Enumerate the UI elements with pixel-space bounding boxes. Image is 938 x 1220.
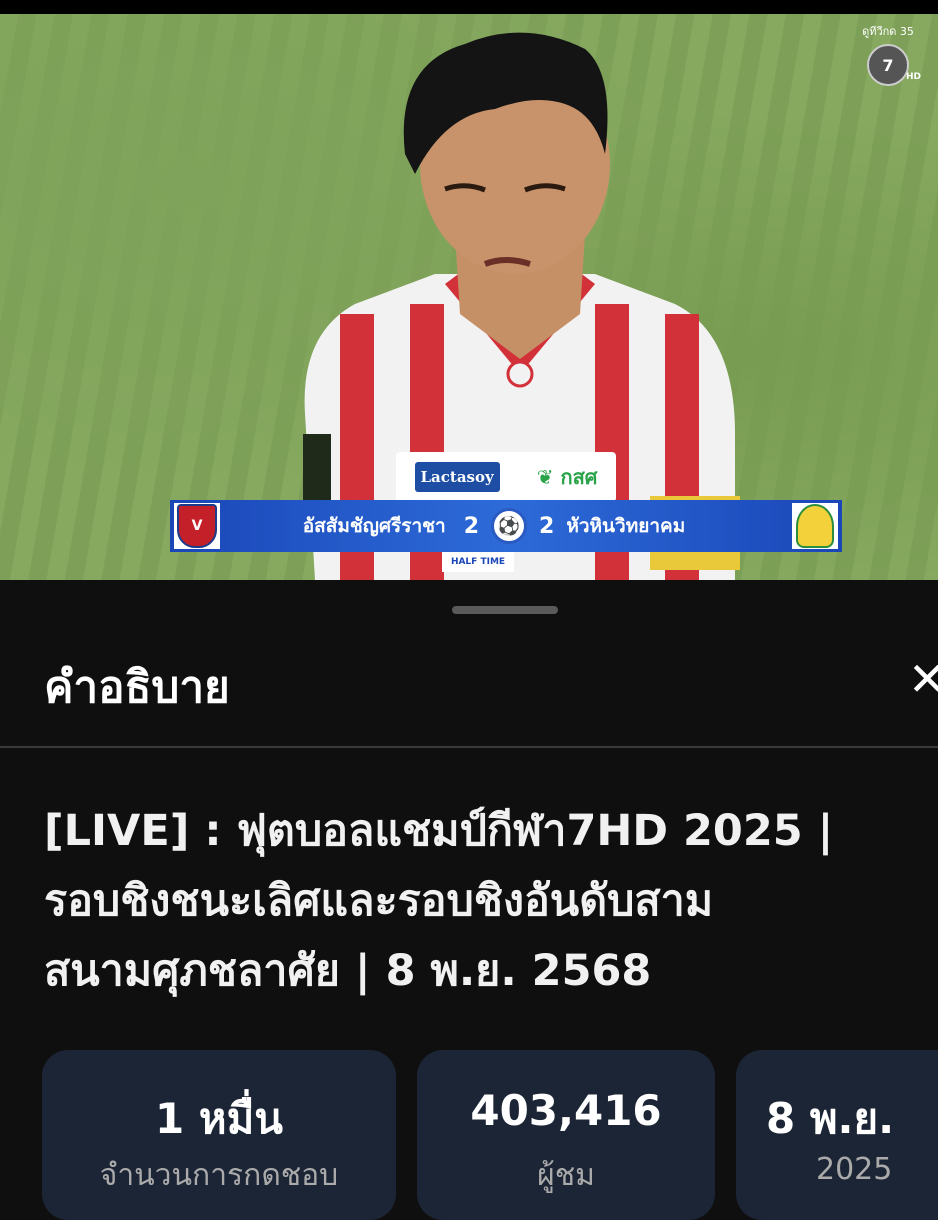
panel-header: คำอธิบาย ✕ <box>0 642 938 748</box>
date-year: 2025 <box>816 1152 893 1187</box>
likes-label: จำนวนการกดชอบ <box>99 1158 339 1193</box>
channel-logo-icon: 7 HD <box>867 44 921 86</box>
description-panel: คำอธิบาย ✕ [LIVE] : ฟุตบอลแชมป์กีฬา7HD 2… <box>0 582 938 1220</box>
away-crest <box>792 503 838 549</box>
views-label: ผู้ชม <box>537 1158 595 1193</box>
home-score: 2 <box>463 513 479 539</box>
lactasoy-logo: Lactasoy <box>414 462 500 492</box>
likes-stat-card: 1 หมื่น จำนวนการกดชอบ <box>42 1050 396 1220</box>
channel-hd-label: HD <box>905 72 921 82</box>
channel-number: 7 <box>882 55 894 75</box>
video-player[interactable]: ดูทีวีกด 35 7 HD Lactasoy ❦ กสศ V อัสสัม… <box>0 14 938 580</box>
sponsor-banner: Lactasoy ❦ กสศ <box>396 452 616 502</box>
gsk-logo: ❦ กสศ <box>537 461 598 493</box>
close-icon[interactable]: ✕ <box>908 654 938 704</box>
away-team-name: หัวหินวิทยาคม <box>566 515 686 537</box>
scoreboard: V อัสสัมชัญศรีราชา 2 ⚽ 2 หัวหินวิทยาคม <box>170 500 842 552</box>
away-score: 2 <box>539 513 555 539</box>
date-day-month: 8 พ.ย. <box>766 1094 895 1143</box>
channel-badge: ดูทีวีกด 35 7 HD <box>858 22 921 94</box>
home-crest-icon: V <box>177 504 217 548</box>
drag-handle[interactable] <box>452 606 558 614</box>
views-count: 403,416 <box>470 1086 662 1135</box>
date-stat-card: 8 พ.ย. 2025 <box>736 1050 938 1220</box>
views-stat-card: 403,416 ผู้ชม <box>417 1050 715 1220</box>
top-status-strip <box>0 0 938 14</box>
home-crest: V <box>174 503 220 549</box>
likes-count: 1 หมื่น <box>155 1094 283 1143</box>
home-team-name: อัสสัมชัญศรีราชา <box>302 515 446 537</box>
video-title: [LIVE] : ฟุตบอลแชมป์กีฬา7HD 2025 | รอบชิ… <box>44 806 834 996</box>
channel-caption: ดูทีวีกด 35 <box>862 25 914 38</box>
panel-title: คำอธิบาย <box>44 662 230 713</box>
tournament-ball-icon: ⚽ <box>491 508 527 544</box>
away-crest-icon <box>796 504 834 548</box>
gsk-text: กสศ <box>560 465 598 489</box>
match-status: HALF TIME <box>442 552 514 572</box>
gsk-leaf-icon: ❦ <box>536 465 554 489</box>
